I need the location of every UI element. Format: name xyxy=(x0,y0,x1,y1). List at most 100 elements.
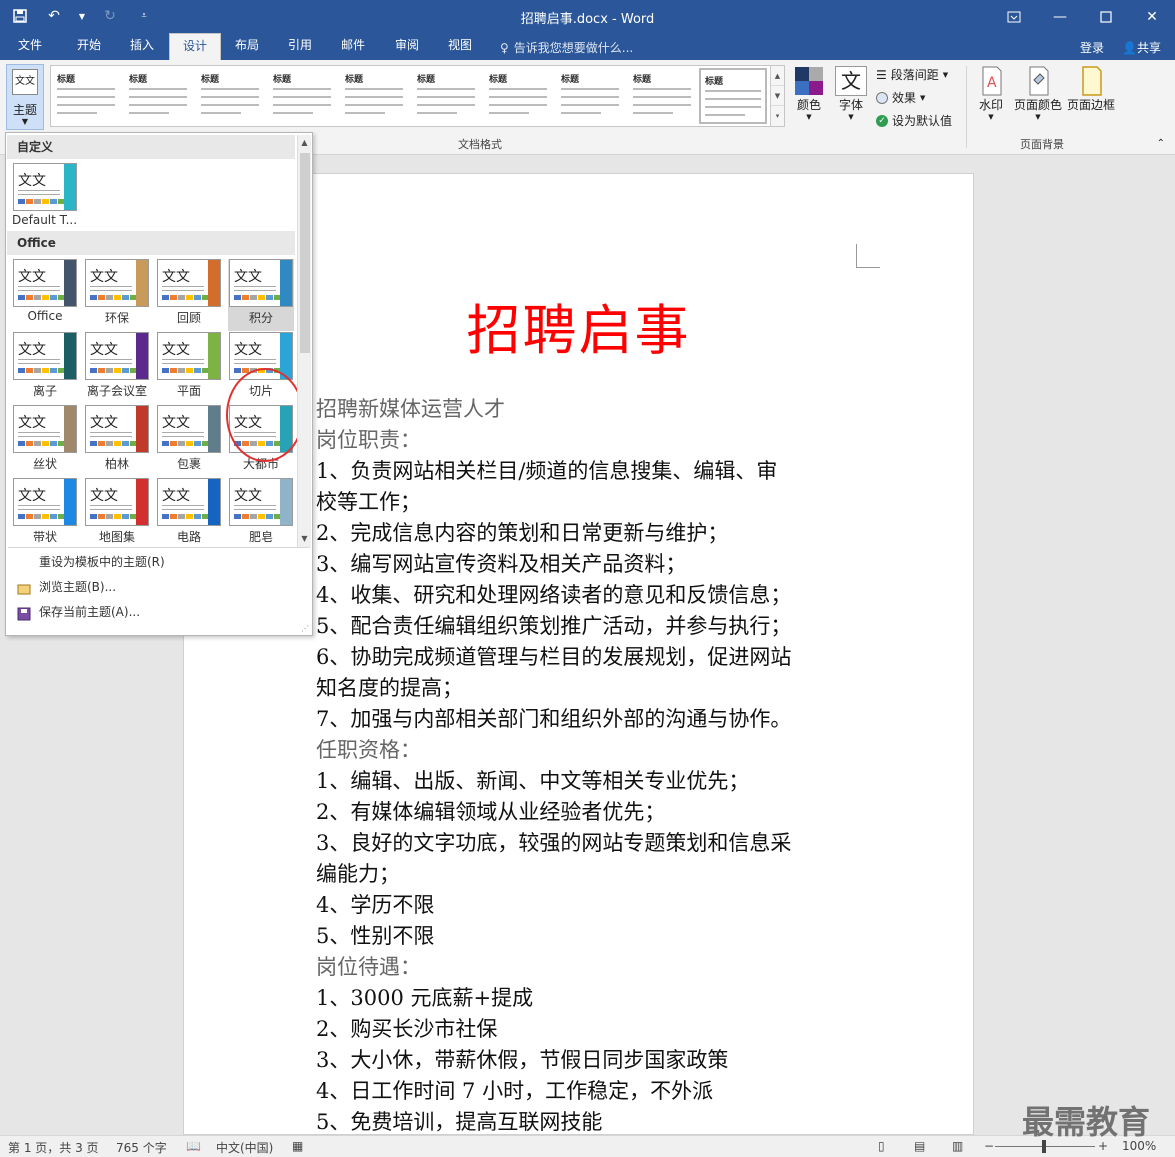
style-set-thumb[interactable]: 标题 xyxy=(269,68,337,124)
style-set-thumb[interactable]: 标题 xyxy=(557,68,625,124)
theme-item[interactable]: 文文 包裹 xyxy=(156,405,222,477)
language[interactable]: 中文(中国) xyxy=(216,1139,273,1156)
browse-themes-menu-item[interactable]: 浏览主题(B)... xyxy=(7,575,307,599)
document-body: 招聘新媒体运营人才 岗位职责： 1、负责网站相关栏目/频道的信息搜集、编辑、审 … xyxy=(316,394,876,1134)
macro-icon[interactable]: ▦ xyxy=(292,1139,303,1153)
scroll-up-icon[interactable]: ▲ xyxy=(298,135,311,151)
effects-button[interactable]: 效果 ▼ xyxy=(876,89,925,106)
watermark-button[interactable]: A 水印 ▼ xyxy=(972,66,1010,121)
scroll-down-icon[interactable]: ▼ xyxy=(298,531,311,547)
doc-line: 知名度的提高； xyxy=(316,676,463,700)
theme-name: 积分 xyxy=(248,311,273,325)
share-button[interactable]: 👤共享 xyxy=(1122,39,1161,56)
section-custom: 自定义 xyxy=(7,135,295,159)
style-set-thumb[interactable]: 标题 xyxy=(53,68,121,124)
gallery-more-icon[interactable]: ▾ xyxy=(771,106,784,126)
doc-line: 岗位职责： xyxy=(316,428,421,452)
theme-item[interactable]: 文文 离子 xyxy=(12,332,78,404)
theme-item[interactable]: 文文 环保 xyxy=(84,259,150,331)
save-theme-menu-item[interactable]: 保存当前主题(A)... xyxy=(7,600,307,624)
tell-me-box[interactable]: ♀ 告诉我您想要做什么... xyxy=(500,39,633,56)
tab-layout[interactable]: 布局 xyxy=(224,33,270,60)
style-set-thumb[interactable]: 标题 xyxy=(629,68,697,124)
tab-mailings[interactable]: 邮件 xyxy=(328,33,378,60)
reset-theme-menu-item[interactable]: 重设为模板中的主题(R) xyxy=(7,550,307,574)
style-set-thumb[interactable]: 标题 xyxy=(341,68,409,124)
style-set-thumb[interactable]: 标题 xyxy=(197,68,265,124)
doc-line: 3、良好的文字功底，较强的网站专题策划和信息采 xyxy=(316,831,792,855)
minimize-icon[interactable]: — xyxy=(1037,0,1083,33)
theme-name: Office xyxy=(27,309,63,323)
scroll-thumb[interactable] xyxy=(300,153,310,353)
theme-item[interactable]: 文文 积分 xyxy=(228,259,294,331)
themes-button[interactable]: 文文 主题 ▼ xyxy=(6,64,44,130)
ribbon-display-options-icon[interactable] xyxy=(991,0,1037,33)
web-layout-icon[interactable]: ▥ xyxy=(952,1139,963,1153)
colors-button[interactable]: 颜色 ▼ xyxy=(790,66,828,121)
account-area: 登录 👤共享 xyxy=(1080,39,1161,56)
theme-item[interactable]: 文文 离子会议室 xyxy=(84,332,150,404)
word-count[interactable]: 765 个字 xyxy=(116,1139,167,1156)
tab-insert[interactable]: 插入 xyxy=(118,33,166,60)
dropdown-scrollbar[interactable]: ▲ ▼ xyxy=(297,135,311,547)
theme-item[interactable]: 文文 带状 xyxy=(12,478,78,550)
theme-swatch: 文文 xyxy=(13,478,77,526)
theme-item[interactable]: 文文 丝状 xyxy=(12,405,78,477)
theme-item[interactable]: 文文 电路 xyxy=(156,478,222,550)
page-border-button[interactable]: 页面边框 xyxy=(1066,66,1116,113)
tab-references[interactable]: 引用 xyxy=(276,33,324,60)
tab-review[interactable]: 审阅 xyxy=(382,33,432,60)
style-set-thumb[interactable]: 标题 xyxy=(125,68,193,124)
gallery-up-icon[interactable]: ▲ xyxy=(771,66,784,86)
set-default-button[interactable]: ✓ 设为默认值 xyxy=(876,112,952,129)
paragraph-spacing-button[interactable]: ☰ 段落间距 ▼ xyxy=(876,66,948,83)
tab-home[interactable]: 开始 xyxy=(64,33,114,60)
style-set-thumb[interactable]: 标题 xyxy=(413,68,481,124)
login-link[interactable]: 登录 xyxy=(1080,39,1104,56)
doc-line: 2、有媒体编辑领域从业经验者优先； xyxy=(316,800,666,824)
theme-swatch: 文文 xyxy=(13,332,77,380)
page-color-button[interactable]: 页面颜色 ▼ xyxy=(1012,66,1064,121)
tell-me-text: 告诉我您想要做什么... xyxy=(513,41,634,55)
resize-grip-icon[interactable]: ⋰ xyxy=(301,624,309,633)
tab-view[interactable]: 视图 xyxy=(436,33,484,60)
style-set-thumb-selected[interactable]: 标题 xyxy=(699,68,767,124)
gallery-scroll[interactable]: ▲ ▼ ▾ xyxy=(770,66,784,126)
paragraph-spacing-icon: ☰ xyxy=(876,67,887,82)
close-icon[interactable]: ✕ xyxy=(1129,0,1175,33)
theme-item[interactable]: 文文 Office xyxy=(12,259,78,331)
theme-item[interactable]: 文文 肥皂 xyxy=(228,478,294,550)
theme-item[interactable]: 文文 柏林 xyxy=(84,405,150,477)
fonts-button[interactable]: 文 字体 ▼ xyxy=(832,66,870,121)
proofing-icon[interactable]: 📖 xyxy=(186,1139,201,1153)
theme-item[interactable]: 文文 地图集 xyxy=(84,478,150,550)
page-count[interactable]: 第 1 页，共 3 页 xyxy=(8,1139,99,1156)
gallery-down-icon[interactable]: ▼ xyxy=(771,86,784,106)
doc-line: 岗位待遇： xyxy=(316,955,421,979)
theme-swatch: 文文 xyxy=(13,259,77,307)
theme-default-custom[interactable]: 文文 Default T... xyxy=(12,163,78,235)
theme-name: 带状 xyxy=(32,530,57,544)
theme-swatch: 文文 xyxy=(157,478,221,526)
watermark-logo: 最需教育 xyxy=(1022,1103,1151,1141)
margin-corner-mark xyxy=(856,244,880,268)
theme-item[interactable]: 文文 回顾 xyxy=(156,259,222,331)
doc-line: 5、性别不限 xyxy=(316,924,435,948)
print-layout-icon[interactable]: ▤ xyxy=(914,1139,925,1153)
tab-file[interactable]: 文件 xyxy=(8,33,52,60)
doc-line: 4、收集、研究和处理网络读者的意见和反馈信息； xyxy=(316,583,792,607)
theme-name: 柏林 xyxy=(104,457,129,471)
zoom-out-icon[interactable]: − xyxy=(984,1139,994,1153)
style-set-thumb[interactable]: 标题 xyxy=(485,68,553,124)
lightbulb-icon: ♀ xyxy=(500,40,509,55)
chevron-down-icon: ▼ xyxy=(848,113,854,121)
tab-design[interactable]: 设计 xyxy=(169,33,221,60)
window-controls: — ✕ xyxy=(991,0,1175,33)
doc-line: 5、免费培训，提高互联网技能 xyxy=(316,1110,603,1134)
theme-name: 环保 xyxy=(104,311,129,325)
doc-line: 招聘新媒体运营人才 xyxy=(316,397,505,421)
theme-item[interactable]: 文文 平面 xyxy=(156,332,222,404)
maximize-icon[interactable] xyxy=(1083,0,1129,33)
read-mode-icon[interactable]: ▯ xyxy=(878,1139,885,1153)
collapse-ribbon-icon[interactable]: ⌃ xyxy=(1157,138,1165,149)
